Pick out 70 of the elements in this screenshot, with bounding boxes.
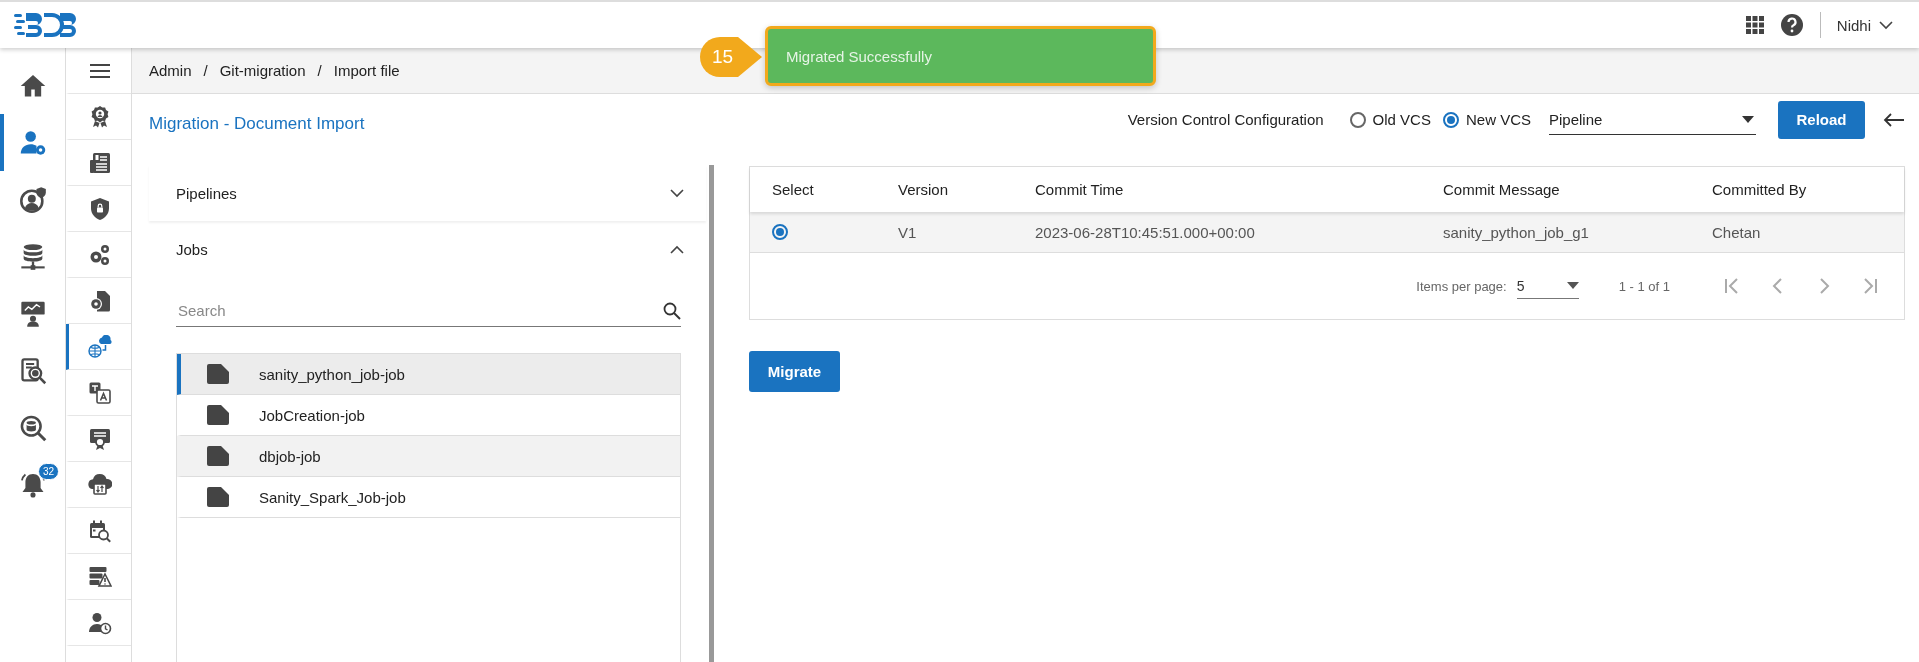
page-title: Migration - Document Import: [149, 113, 365, 134]
shield-lock-icon[interactable]: [88, 196, 112, 221]
globe-cloud-icon[interactable]: [88, 334, 112, 359]
breadcrumb-separator: /: [203, 62, 208, 79]
breadcrumb-separator: /: [317, 62, 322, 79]
file-icon: [207, 364, 229, 384]
column-header: Version: [898, 181, 950, 198]
module-item[interactable]: [66, 324, 131, 370]
success-toast: Migrated Successfully: [765, 26, 1156, 86]
page-range: 1 - 1 of 1: [1618, 278, 1670, 294]
chevron-down-icon[interactable]: [670, 188, 684, 198]
type-dropdown[interactable]: Pipeline: [1549, 104, 1756, 135]
cloud-server-icon[interactable]: [88, 472, 112, 497]
caret-icon: [1742, 115, 1754, 123]
file-icon: [207, 405, 229, 425]
user-name[interactable]: Nidhi: [1836, 16, 1871, 34]
breadcrumb-link[interactable]: Git-migration: [219, 62, 306, 79]
logo-icon: [14, 10, 76, 40]
job-list-item[interactable]: Sanity_Spark_Job-job: [177, 477, 680, 518]
user-shield-icon[interactable]: [18, 185, 47, 214]
document-search-icon[interactable]: [18, 356, 47, 385]
search-icon[interactable]: [663, 301, 681, 320]
calendar-search-icon[interactable]: [88, 518, 112, 543]
migrate-button[interactable]: Migrate: [749, 351, 840, 392]
document-gear-icon[interactable]: [88, 288, 112, 313]
reload-button[interactable]: Reload: [1778, 100, 1865, 139]
breadcrumb-current: Import file: [333, 62, 400, 79]
items-per-page-label: Items per page:: [1416, 278, 1507, 294]
back-arrow-icon[interactable]: [1883, 112, 1905, 127]
menu-icon[interactable]: [90, 63, 110, 78]
radio-label[interactable]: Old VCS: [1372, 111, 1431, 128]
user-gear-icon[interactable]: [18, 128, 47, 157]
certificate-icon[interactable]: [88, 426, 112, 451]
chevron-down-icon[interactable]: [1879, 20, 1893, 30]
table-cell-text: V1: [898, 223, 918, 241]
table-cell-text: Chetan: [1712, 223, 1762, 241]
user-clock-icon[interactable]: [88, 610, 112, 635]
breadcrumb-link[interactable]: Admin: [149, 62, 192, 79]
file-icon: [207, 487, 229, 507]
page-size-dropdown[interactable]: 5: [1516, 273, 1579, 299]
receipt-icon[interactable]: [88, 150, 112, 175]
field-label: Version Control Configuration: [1127, 111, 1324, 128]
presenter-icon[interactable]: [18, 299, 47, 328]
row-radio-button[interactable]: [772, 224, 788, 240]
apps-grid-icon[interactable]: [1745, 16, 1764, 34]
help-icon[interactable]: [1779, 13, 1804, 37]
table-cell-text: 2023-06-28T10:45:51.000+00:00: [1035, 223, 1256, 241]
gears-icon[interactable]: [88, 242, 112, 267]
accordion-header[interactable]: Pipelines: [149, 165, 706, 221]
radio-button[interactable]: [1442, 111, 1459, 128]
search-field[interactable]: Search: [176, 301, 663, 320]
column-header: Committed By: [1712, 181, 1808, 198]
notification-badge: 32: [38, 463, 60, 480]
column-header: Commit Time: [1035, 181, 1125, 198]
nav-item[interactable]: 32: [0, 456, 65, 513]
accordion-header[interactable]: Jobs: [149, 221, 706, 277]
radio-label[interactable]: New VCS: [1465, 111, 1531, 128]
job-list-item[interactable]: sanity_python_job-job: [177, 354, 680, 395]
column-header: Commit Message: [1443, 181, 1561, 198]
database-search-icon[interactable]: [18, 413, 47, 442]
translate-icon[interactable]: [88, 380, 112, 405]
column-header: Select: [772, 181, 815, 198]
table-cell-text: sanity_python_job_g1: [1443, 223, 1590, 241]
job-list-item[interactable]: dbjob-job: [177, 436, 680, 477]
chevron-up-icon[interactable]: [670, 244, 684, 254]
caret-icon: [1566, 282, 1579, 289]
database-network-icon[interactable]: [18, 242, 47, 271]
radio-button[interactable]: [1349, 111, 1366, 128]
file-icon: [207, 446, 229, 466]
server-warning-icon[interactable]: [88, 564, 112, 589]
